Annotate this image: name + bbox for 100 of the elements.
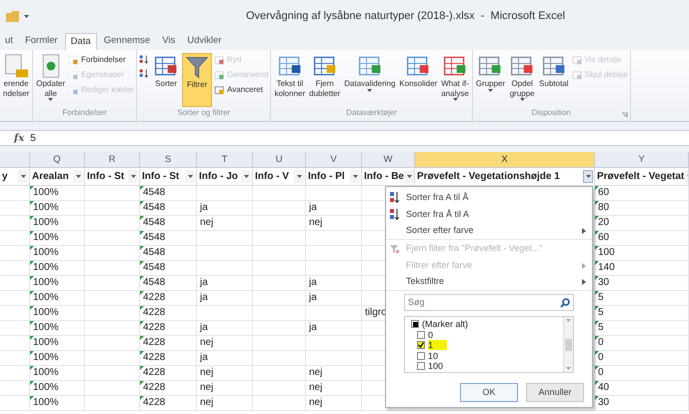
ribbon-button[interactable]: Opdater alle	[35, 53, 66, 107]
column-header[interactable]: X	[415, 152, 595, 168]
cell-text: 30	[598, 277, 610, 288]
dialog-button[interactable]: OK	[460, 383, 518, 402]
filter-dropdown-button[interactable]	[294, 170, 304, 183]
ribbon-button[interactable]: Opdel gruppe	[508, 53, 536, 107]
checkbox[interactable]	[417, 330, 425, 339]
menu-item[interactable]: Tekstfiltre	[386, 274, 592, 291]
dialog-launcher-icon[interactable]	[622, 112, 628, 118]
filter-dropdown-button[interactable]	[128, 170, 138, 183]
checkbox[interactable]	[417, 362, 425, 370]
ribbon-button[interactable]: Avanceret	[214, 84, 268, 96]
column-header[interactable]: S	[140, 152, 197, 168]
table-cell	[253, 246, 306, 261]
value-item[interactable]: 10	[411, 350, 563, 361]
window-title: Overvågning af lysåbne naturtyper (2018-).xlsx - Microsoft Excel	[246, 9, 566, 24]
cell-text: 100%	[33, 277, 59, 288]
cell-text: 0	[598, 337, 604, 348]
value-label: 100	[428, 361, 444, 372]
scrollbar[interactable]	[563, 317, 573, 372]
cell-text: 100%	[33, 262, 59, 273]
filter-dropdown-button[interactable]	[241, 170, 251, 183]
cell-text: ja	[309, 277, 317, 288]
cell-text: 100%	[33, 337, 59, 348]
ribbon-tab[interactable]: Vis	[157, 33, 180, 50]
column-header[interactable]: Q	[30, 152, 85, 168]
filter-dropdown-button[interactable]	[73, 170, 83, 183]
column-header[interactable]: U	[253, 152, 306, 168]
ribbon-button[interactable]: Subtotal	[538, 53, 570, 107]
filter-dropdown-button[interactable]	[350, 170, 360, 183]
filter-dropdown-button[interactable]	[185, 170, 195, 183]
cell-text: 100%	[33, 247, 59, 258]
menu-item[interactable]: Sorter efter farve	[386, 223, 592, 240]
cell-text: nej	[309, 397, 322, 408]
cell-text: ja	[200, 322, 208, 333]
cell-text: 100%	[33, 217, 59, 228]
column-header[interactable]: W	[362, 152, 415, 168]
ribbon-button[interactable]: Fjern dubletter	[308, 53, 342, 107]
cell-text: nej	[200, 382, 214, 393]
cell-text: ja	[200, 292, 208, 303]
cell-text: 4548	[143, 187, 166, 198]
value-item[interactable]: (Marker alt)	[411, 319, 563, 330]
cell-text: 100	[598, 247, 615, 258]
value-item[interactable]: 1	[411, 340, 563, 350]
checkbox[interactable]	[417, 341, 425, 350]
ribbon-button[interactable]: Konsolider	[398, 53, 438, 107]
ribbon-button[interactable]: Grupper	[474, 53, 506, 107]
cell-text: nej	[200, 217, 214, 228]
caret-icon	[586, 175, 590, 178]
cell-text: ja	[309, 292, 317, 303]
group-label: Forbindelser	[62, 107, 107, 119]
value-item[interactable]: 0	[411, 330, 563, 340]
column-header[interactable]: V	[306, 152, 362, 168]
ribbon-tab[interactable]: Gennemse	[98, 33, 156, 50]
column-header[interactable]: T	[197, 152, 253, 168]
cell-text: 5	[598, 307, 604, 318]
ribbon-button[interactable]: Sorter	[152, 53, 180, 107]
ribbon-button[interactable]: Filtrer	[182, 53, 212, 107]
cell-text: 4548	[143, 277, 166, 288]
cell-text: 0	[598, 352, 604, 363]
cell-text: 30	[598, 397, 610, 408]
filter-dropdown-button[interactable]	[583, 170, 593, 183]
cell-text: 4228	[143, 352, 166, 363]
caret-icon	[130, 175, 136, 178]
cell-text: ja	[200, 352, 208, 363]
search-field[interactable]: Søg	[408, 296, 560, 310]
search-box[interactable]: Søg	[404, 294, 574, 311]
cell-text: 100%	[33, 307, 59, 318]
ribbon-button[interactable]: Datavalidering	[343, 53, 396, 107]
ribbon-button[interactable]: erende ndelser	[2, 53, 30, 107]
cell-text: 100%	[33, 322, 59, 333]
cell-text: 100%	[33, 202, 59, 213]
ribbon-tab[interactable]: Data	[64, 33, 97, 50]
ribbon-tab[interactable]: ut	[0, 33, 18, 50]
cell-text: ja	[309, 322, 317, 333]
menu-item[interactable]: Sorter fra Å til A	[386, 206, 592, 223]
column-header[interactable]: R	[85, 152, 140, 168]
cell-text: nej	[309, 382, 322, 393]
column-header[interactable]: Y	[595, 152, 689, 168]
filter-dropdown-button[interactable]	[404, 170, 414, 183]
ribbon-tab[interactable]: Formler	[20, 33, 63, 50]
cell-text: nej	[200, 337, 214, 348]
dialog-button[interactable]: Annuller	[526, 383, 584, 402]
header-text: Arealan	[32, 170, 69, 184]
filter-dropdown-button[interactable]	[18, 170, 28, 183]
ribbon-button[interactable]: Forbindelser	[68, 54, 134, 66]
cell-text: nej	[200, 367, 214, 378]
ribbon-button[interactable]: What if- analyse	[440, 53, 470, 107]
cell-text: 4228	[143, 337, 166, 348]
checkbox[interactable]	[411, 320, 419, 328]
search-icon	[560, 298, 570, 308]
header-text: Info - Jo	[199, 170, 238, 184]
value-item[interactable]: 100	[411, 361, 563, 372]
ribbon-tab[interactable]: Udvikler	[182, 33, 227, 50]
caret-icon	[188, 175, 192, 178]
checkbox[interactable]	[417, 352, 425, 360]
function-label[interactable]: fx	[14, 130, 24, 146]
menu-item[interactable]: Sorter fra A til Å	[386, 189, 592, 206]
ribbon-button[interactable]: Tekst til kolonner	[273, 53, 306, 107]
cell-text: 4228	[143, 367, 166, 378]
